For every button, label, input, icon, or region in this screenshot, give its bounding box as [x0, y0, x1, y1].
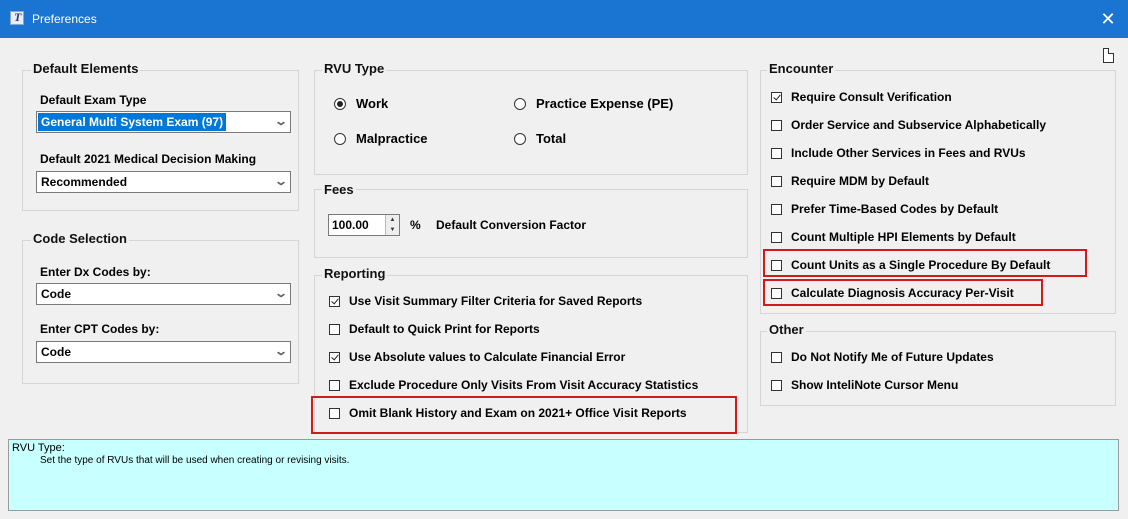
- dx-codes-label: Enter Dx Codes by:: [40, 265, 151, 279]
- other-checkbox-2[interactable]: Show InteliNote Cursor Menu: [771, 378, 958, 392]
- encounter-checkbox-3[interactable]: Include Other Services in Fees and RVUs: [771, 146, 1026, 160]
- code-selection-title: Code Selection: [31, 231, 129, 246]
- description-text: Set the type of RVUs that will be used w…: [40, 455, 350, 466]
- radio-practice-expense[interactable]: Practice Expense (PE): [514, 96, 673, 111]
- checkbox[interactable]: [771, 231, 782, 243]
- checkbox[interactable]: [329, 323, 340, 335]
- checkbox[interactable]: [771, 379, 782, 391]
- dx-codes-select[interactable]: Code ⌄: [36, 283, 291, 305]
- encounter-checkbox-1[interactable]: Require Consult Verification: [771, 90, 952, 104]
- other-group: [760, 331, 1116, 406]
- exam-type-value: General Multi System Exam (97): [38, 113, 227, 131]
- chevron-down-icon: ⌄: [273, 174, 289, 188]
- cpt-codes-label: Enter CPT Codes by:: [40, 322, 160, 336]
- conversion-factor-value: 100.00: [332, 218, 369, 232]
- checkbox-label: Exclude Procedure Only Visits From Visit…: [349, 378, 699, 392]
- highlight-box: [311, 396, 737, 434]
- checkbox-label: Default to Quick Print for Reports: [349, 322, 540, 336]
- radio-work-label: Work: [356, 96, 389, 111]
- app-icon: T: [10, 10, 24, 25]
- rvu-type-group: [314, 70, 748, 175]
- encounter-checkbox-6[interactable]: Count Multiple HPI Elements by Default: [771, 230, 1016, 244]
- encounter-group: [760, 70, 1116, 314]
- document-icon[interactable]: [1103, 48, 1114, 63]
- spin-up-icon[interactable]: ▲: [386, 215, 399, 225]
- conversion-factor-spinner[interactable]: 100.00 ▲ ▼: [328, 214, 400, 236]
- checkbox-label: Order Service and Subservice Alphabetica…: [791, 118, 1046, 132]
- highlight-box: [763, 279, 1043, 306]
- chevron-down-icon: ⌄: [273, 344, 289, 358]
- exam-type-label: Default Exam Type: [40, 93, 147, 107]
- checkbox-label: Do Not Notify Me of Future Updates: [791, 350, 994, 364]
- chevron-down-icon: ⌄: [273, 286, 289, 300]
- radio-pe-dot: [514, 97, 526, 110]
- checkbox[interactable]: [771, 175, 782, 187]
- checkbox[interactable]: [771, 351, 782, 363]
- checkbox-label: Use Visit Summary Filter Criteria for Sa…: [349, 294, 643, 308]
- checkbox[interactable]: [771, 119, 782, 131]
- radio-malpractice[interactable]: Malpractice: [334, 131, 428, 146]
- percent-sign: %: [410, 218, 421, 232]
- cpt-codes-select[interactable]: Code ⌄: [36, 341, 291, 363]
- chevron-down-icon: ⌄: [273, 114, 289, 128]
- radio-total[interactable]: Total: [514, 131, 566, 146]
- checkbox-label: Require MDM by Default: [791, 174, 930, 188]
- cpt-codes-value: Code: [41, 345, 71, 359]
- reporting-title: Reporting: [322, 266, 388, 281]
- checkbox[interactable]: [329, 351, 340, 363]
- checkbox-label: Show InteliNote Cursor Menu: [791, 378, 959, 392]
- mdm-label: Default 2021 Medical Decision Making: [40, 152, 257, 166]
- encounter-checkbox-2[interactable]: Order Service and Subservice Alphabetica…: [771, 118, 1046, 132]
- other-checkbox-1[interactable]: Do Not Notify Me of Future Updates: [771, 350, 994, 364]
- checkbox[interactable]: [329, 379, 340, 391]
- other-title: Other: [767, 322, 806, 337]
- radio-total-label: Total: [536, 131, 567, 146]
- checkbox[interactable]: [771, 203, 782, 215]
- window-title: Preferences: [32, 12, 97, 26]
- radio-malpractice-label: Malpractice: [356, 131, 428, 146]
- title-bar: T Preferences ✕: [0, 0, 1128, 38]
- radio-pe-label: Practice Expense (PE): [536, 96, 674, 111]
- radio-work-dot: [334, 97, 346, 110]
- reporting-checkbox-4[interactable]: Exclude Procedure Only Visits From Visit…: [329, 378, 698, 392]
- dx-codes-value: Code: [41, 287, 71, 301]
- radio-work[interactable]: Work: [334, 96, 388, 111]
- encounter-checkbox-4[interactable]: Require MDM by Default: [771, 174, 929, 188]
- checkbox[interactable]: [329, 295, 340, 307]
- checkbox[interactable]: [771, 147, 782, 159]
- checkbox-label: Include Other Services in Fees and RVUs: [791, 146, 1026, 160]
- description-panel: RVU Type: Set the type of RVUs that will…: [8, 439, 1119, 511]
- conversion-factor-label: Default Conversion Factor: [436, 218, 587, 232]
- checkbox-label: Prefer Time-Based Codes by Default: [791, 202, 999, 216]
- mdm-select[interactable]: Recommended ⌄: [36, 171, 291, 193]
- exam-type-select[interactable]: General Multi System Exam (97) ⌄: [36, 111, 291, 133]
- checkbox-label: Use Absolute values to Calculate Financi…: [349, 350, 626, 364]
- spin-down-icon[interactable]: ▼: [386, 225, 399, 235]
- description-title: RVU Type:: [12, 442, 65, 454]
- mdm-value: Recommended: [41, 175, 128, 189]
- radio-malpractice-dot: [334, 132, 346, 145]
- checkbox-label: Require Consult Verification: [791, 90, 952, 104]
- reporting-checkbox-1[interactable]: Use Visit Summary Filter Criteria for Sa…: [329, 294, 642, 308]
- encounter-checkbox-5[interactable]: Prefer Time-Based Codes by Default: [771, 202, 998, 216]
- highlight-box: [763, 249, 1087, 277]
- encounter-title: Encounter: [767, 61, 836, 76]
- checkbox[interactable]: [771, 91, 782, 103]
- spinner-buttons[interactable]: ▲ ▼: [385, 215, 399, 235]
- fees-title: Fees: [322, 182, 356, 197]
- reporting-checkbox-2[interactable]: Default to Quick Print for Reports: [329, 322, 540, 336]
- reporting-checkbox-3[interactable]: Use Absolute values to Calculate Financi…: [329, 350, 625, 364]
- radio-total-dot: [514, 132, 526, 145]
- close-icon[interactable]: ✕: [1088, 0, 1128, 38]
- default-elements-title: Default Elements: [31, 61, 141, 76]
- checkbox-label: Count Multiple HPI Elements by Default: [791, 230, 1016, 244]
- rvu-type-title: RVU Type: [322, 61, 387, 76]
